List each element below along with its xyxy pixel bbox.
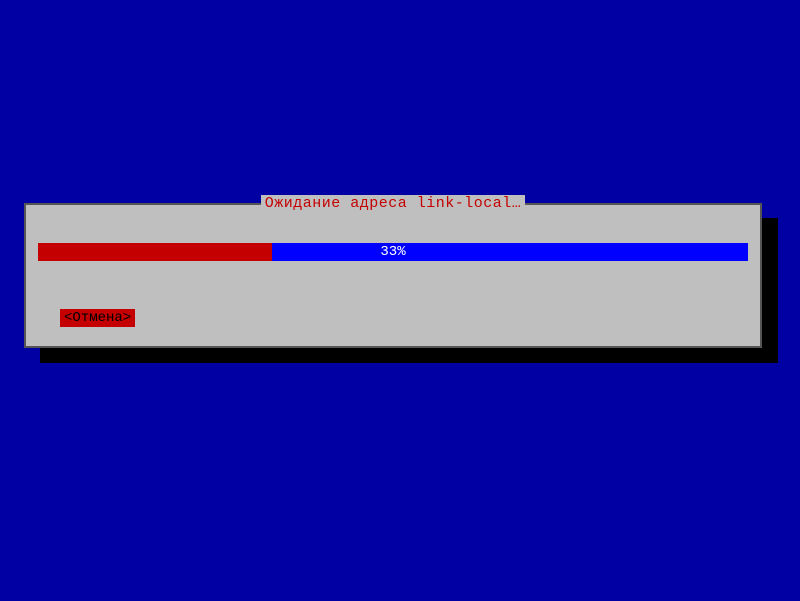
dialog-title: Ожидание адреса link-local… [261, 195, 526, 212]
progress-label: 33% [38, 243, 748, 261]
progress-bar: 33% [38, 243, 748, 261]
cancel-button[interactable]: <Отмена> [60, 309, 135, 327]
dialog-title-wrap: Ожидание адреса link-local… [26, 195, 760, 212]
progress-dialog: Ожидание адреса link-local… 33% <Отмена> [24, 203, 762, 348]
